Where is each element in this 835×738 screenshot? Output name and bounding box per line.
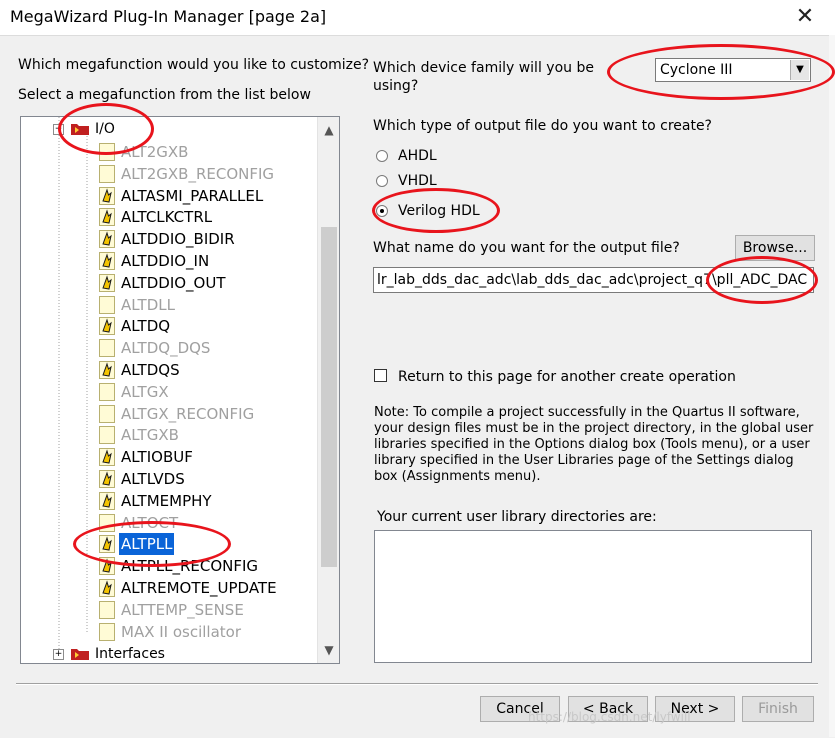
megafunction-icon (99, 317, 115, 336)
tree-item-label: ALTGXB (121, 426, 179, 445)
device-family-select[interactable]: Cyclone III ▼ (655, 58, 811, 82)
tree-item-label: ALTTEMP_SENSE (121, 600, 244, 619)
megafunction-icon (99, 252, 115, 270)
title-bar: MegaWizard Plug-In Manager [page 2a] ✕ (0, 0, 835, 35)
tree-item-label: MAX II oscillator (121, 622, 242, 641)
tree-item-label: ALTOCT (121, 513, 179, 532)
tree-item-label: ALTDDIO_IN (121, 252, 210, 270)
radio-vhdl[interactable] (376, 175, 388, 187)
finish-button[interactable]: Finish (742, 696, 814, 722)
radio-verilog-hdl[interactable] (376, 205, 388, 217)
megafunction-instruction: Select a megafunction from the list belo… (18, 87, 311, 103)
user-library-list[interactable] (374, 530, 812, 663)
megafunction-disabled-icon (99, 339, 115, 358)
tree-item-label: ALT2GXB_RECONFIG (121, 164, 275, 183)
megafunction-icon (99, 361, 115, 379)
megafunction-disabled-icon (99, 600, 115, 619)
megafunction-disabled-icon (99, 382, 115, 401)
tree-item-label: ALTDQ_DQS (121, 339, 211, 358)
tree-item-label: ALTGX_RECONFIG (121, 404, 255, 423)
tree-item-label: ALTGX (121, 382, 169, 401)
megafunction-icon (99, 186, 115, 205)
radio-ahdl-label[interactable]: AHDL (398, 148, 437, 164)
chevron-down-icon[interactable]: ▼ (790, 60, 809, 80)
megafunction-disabled-icon (99, 164, 115, 183)
folder-icon (71, 649, 89, 660)
close-icon[interactable]: ✕ (792, 4, 818, 30)
user-library-label: Your current user library directories ar… (377, 509, 657, 525)
compile-note: Note: To compile a project successfully … (374, 405, 814, 484)
megafunction-icon (99, 448, 115, 467)
tree-item-label: ALTDDIO_OUT (121, 273, 226, 292)
radio-verilog-label[interactable]: Verilog HDL (398, 203, 480, 219)
tree-item-label: ALTASMI_PARALLEL (121, 186, 264, 205)
megafunction-disabled-icon (99, 404, 115, 423)
tree-item-label: ALTREMOTE_UPDATE (121, 579, 277, 597)
folder-icon (71, 124, 89, 135)
megafunction-disabled-icon (99, 513, 115, 532)
scrollbar-thumb[interactable] (321, 227, 337, 567)
window-edge (829, 35, 835, 737)
tree-item-label: ALTDDIO_BIDIR (121, 230, 235, 249)
collapse-icon[interactable]: − (53, 124, 64, 135)
output-name-question: What name do you want for the output fil… (373, 240, 680, 256)
tree-group-label: Interfaces (95, 646, 165, 662)
tree-item-label: ALTCLKCTRL (121, 208, 213, 227)
megafunction-icon (99, 470, 115, 488)
megafunction-icon (99, 208, 115, 227)
browse-button[interactable]: Browse... (735, 235, 815, 261)
radio-ahdl[interactable] (376, 150, 388, 162)
tree-item-label: ALTPLL (119, 533, 175, 556)
megafunction-disabled-icon (99, 426, 115, 445)
megafunction-disabled-icon (99, 143, 115, 161)
megafunction-icon (99, 557, 115, 576)
tree-group-label: I/O (95, 121, 115, 137)
tree-item-label: ALTLVDS (121, 470, 185, 488)
watermark: https://blog.csdn.net/lyfwill (528, 710, 691, 724)
megafunction-icon (99, 273, 115, 292)
megafunction-disabled-icon (99, 622, 115, 641)
tree-item-label: ALT2GXB (121, 143, 189, 161)
output-file-path-input[interactable]: lr_lab_dds_dac_adc\lab_dds_dac_adc\proje… (373, 267, 814, 293)
device-family-question: Which device family will you be using? (373, 60, 594, 94)
megafunction-icon (99, 230, 115, 249)
scroll-down-icon[interactable]: ▼ (318, 639, 339, 661)
return-to-page-checkbox[interactable] (374, 369, 387, 382)
megafunction-question: Which megafunction would you like to cus… (18, 57, 370, 73)
tree-item-label: ALTDQS (121, 361, 180, 379)
scroll-up-icon[interactable]: ▲ (318, 119, 339, 141)
radio-vhdl-label[interactable]: VHDL (398, 173, 437, 189)
tree-scrollbar[interactable]: ▲ ▼ (317, 117, 339, 663)
expand-icon[interactable]: + (53, 649, 64, 660)
megafunction-icon (99, 579, 115, 597)
device-family-value: Cyclone III (660, 62, 733, 78)
tree-item-label: ALTPLL_RECONFIG (121, 557, 259, 576)
footer-divider (16, 683, 818, 685)
megafunction-icon (99, 491, 115, 510)
megafunction-tree[interactable]: − I/O ALT2GXB ALT2GXB_RECONFIG ALTASMI_PAR… (20, 116, 340, 664)
megafunction-disabled-icon (99, 295, 115, 314)
tree-item-label: ALTMEMPHY (121, 491, 212, 510)
megafunction-icon (99, 535, 115, 554)
output-type-question: Which type of output file do you want to… (373, 118, 712, 134)
tree-item-label: ALTDQ (121, 317, 171, 336)
window-title: MegaWizard Plug-In Manager [page 2a] (10, 7, 327, 26)
tree-item-label: ALTIOBUF (121, 448, 193, 467)
output-file-path-value: lr_lab_dds_dac_adc\lab_dds_dac_adc\proje… (377, 272, 808, 288)
return-to-page-label[interactable]: Return to this page for another create o… (398, 369, 736, 385)
tree-item-label: ALTDLL (121, 295, 175, 314)
